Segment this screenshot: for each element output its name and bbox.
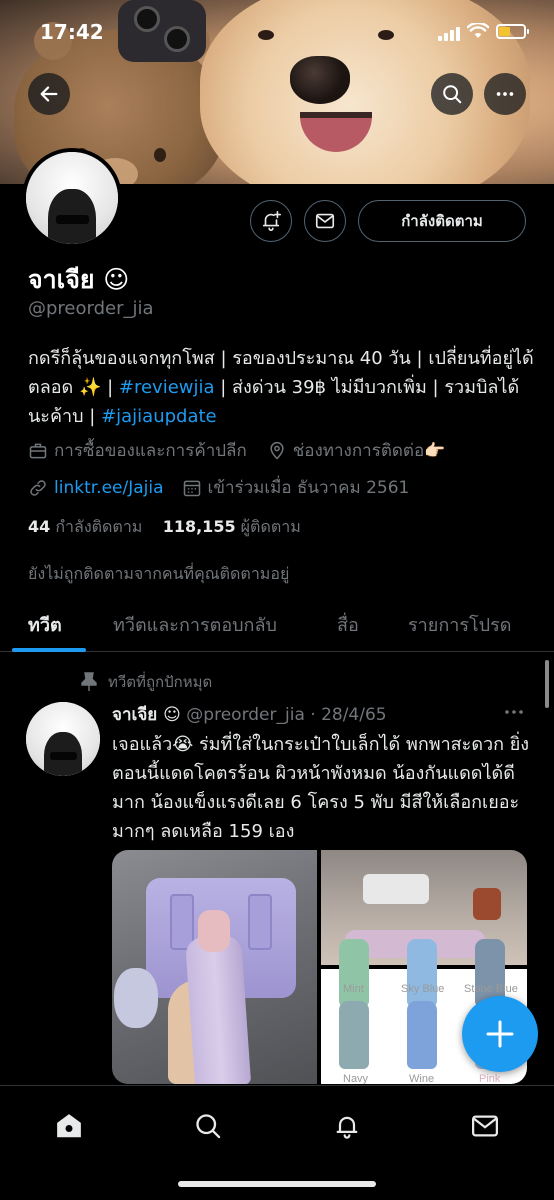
briefcase-icon: [28, 441, 48, 461]
pinned-label: ทวีตที่ถูกปักหมุด: [80, 670, 212, 694]
bio-hashtag-reviewjia[interactable]: #reviewjia: [119, 377, 215, 398]
following-button[interactable]: กำลังติดตาม: [358, 200, 526, 242]
swatch-label-pink: Pink: [479, 1073, 501, 1084]
battery-icon: [496, 24, 529, 39]
profile-category: การซื้อของและการค้าปลีก: [54, 441, 247, 461]
search-icon: [443, 85, 462, 104]
tweet-date[interactable]: · 28/4/65: [310, 705, 386, 725]
tweet-text: เจอแล้ว😭 ร่มที่ใส่ในกระเป๋าใบเล็กได้ พกพ…: [112, 734, 530, 842]
bell-plus-icon: [262, 211, 281, 231]
envelope-icon: [472, 1115, 498, 1137]
search-icon: [196, 1114, 221, 1139]
profile-bio: กดรีก็ลุ้นของแจกทุกโพส | รอของประมาณ 40 …: [28, 344, 538, 431]
more-icon: [505, 710, 523, 714]
profile-meta-row-1: การซื้อของและการค้าปลีก ช่องทางการติดต่อ…: [28, 437, 445, 464]
wifi-icon: [467, 23, 489, 38]
profile-link[interactable]: linktr.ee/Jajia: [54, 478, 164, 498]
calendar-icon: [182, 478, 202, 498]
plus-icon: [486, 1020, 514, 1048]
profile-contact: ช่องทางการติดต่อ👉🏻: [292, 441, 446, 461]
back-button[interactable]: [28, 73, 70, 115]
tweet-more-button[interactable]: [504, 700, 524, 721]
more-icon: [496, 92, 514, 96]
profile-stats: 44 กำลังติดตาม 118,155 ผู้ติดตาม: [28, 515, 301, 540]
pin-icon: [80, 672, 98, 692]
scrollbar[interactable]: [545, 660, 549, 708]
home-indicator: [178, 1181, 376, 1187]
tweet-avatar[interactable]: [26, 702, 100, 776]
tab-media[interactable]: สื่อ: [337, 610, 359, 639]
profile-handle: @preorder_jia: [28, 298, 154, 319]
nav-home[interactable]: [49, 1106, 89, 1146]
status-time: 17:42: [40, 20, 104, 44]
nav-notifications[interactable]: [327, 1106, 367, 1146]
tab-likes[interactable]: รายการโปรด: [408, 610, 511, 639]
swatch-label-stone-blue: Stone Blue: [464, 983, 518, 995]
envelope-icon: [315, 213, 335, 229]
swatch-label-wine: Wine: [409, 1073, 435, 1084]
compose-tweet-button[interactable]: [462, 996, 538, 1072]
home-icon: [57, 1114, 81, 1138]
profile-tabs: ทวีต ทวีตและการตอบกลับ สื่อ รายการโปรด: [0, 596, 554, 652]
status-bar: 17:42: [0, 0, 554, 64]
link-icon: [28, 478, 48, 498]
notify-button[interactable]: [250, 200, 292, 242]
swatch-label-navy: Navy: [343, 1073, 369, 1084]
profile-name: จาเจีย ☺︎: [28, 265, 130, 294]
bio-hashtag-jajiaupdate[interactable]: #jajiaupdate: [101, 406, 217, 427]
message-button[interactable]: [304, 200, 346, 242]
swatch-label-mint: Mint: [343, 983, 364, 995]
back-arrow-icon: [40, 86, 58, 102]
profile-avatar[interactable]: [22, 148, 122, 248]
location-pin-icon: [267, 441, 287, 461]
profile-meta-row-2: linktr.ee/Jajia เข้าร่วมเมื่อ ธันวาคม 25…: [28, 474, 409, 501]
signal-icon: [438, 25, 460, 41]
not-followed-note: ยังไม่ถูกติดตามจากคนที่คุณติดตามอยู่: [28, 564, 290, 583]
nav-messages[interactable]: [465, 1106, 505, 1146]
search-button[interactable]: [431, 73, 473, 115]
more-button[interactable]: [484, 73, 526, 115]
tab-tweets-replies[interactable]: ทวีตและการตอบกลับ: [113, 610, 277, 639]
profile-joined: เข้าร่วมเมื่อ ธันวาคม 2561: [207, 478, 410, 498]
following-stat[interactable]: 44 กำลังติดตาม: [28, 517, 142, 536]
active-tab-indicator: [12, 648, 86, 652]
tweet-author-name[interactable]: จาเจีย ☺︎: [112, 705, 181, 725]
followers-stat[interactable]: 118,155 ผู้ติดตาม: [163, 517, 301, 536]
nav-explore[interactable]: [188, 1106, 228, 1146]
swatch-label-sky-blue: Sky Blue: [401, 983, 445, 995]
bell-icon: [336, 1116, 358, 1139]
tweet-author-handle[interactable]: @preorder_jia: [186, 705, 305, 725]
tweet-header: จาเจีย ☺︎ @preorder_jia · 28/4/65: [112, 701, 387, 728]
tweet-photo-umbrella-bag[interactable]: [112, 850, 317, 1084]
tab-tweets[interactable]: ทวีต: [28, 610, 62, 639]
